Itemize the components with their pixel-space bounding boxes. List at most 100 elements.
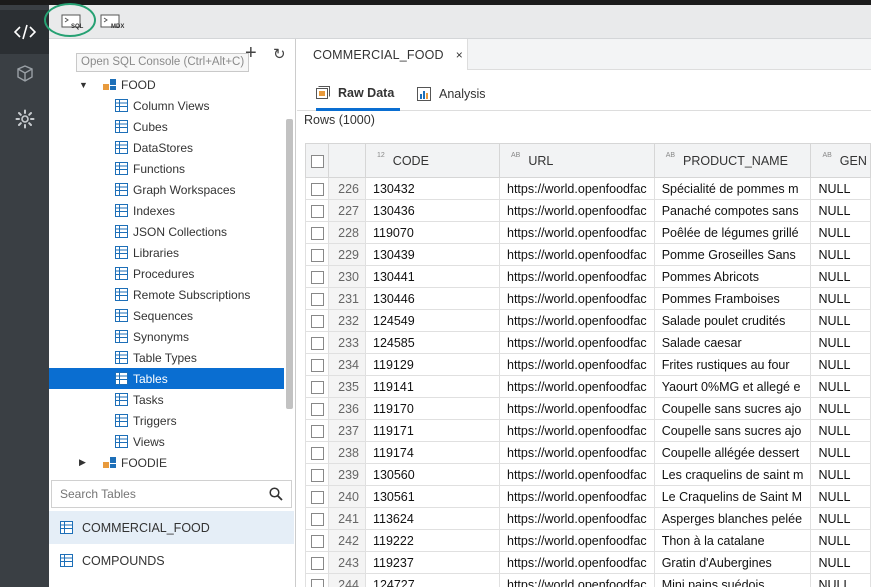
tree-scrollbar[interactable] [286,119,293,409]
url-cell[interactable]: https://world.openfoodfac [499,331,655,354]
table-row[interactable]: 239 130560 https://world.openfoodfac Les cr… [305,463,871,486]
row-checkbox[interactable] [310,446,324,460]
tab-analysis[interactable]: Analysis [417,77,486,111]
row-checkbox[interactable] [310,424,324,438]
tree-item-json-collections[interactable]: JSON Collections [115,221,227,242]
code-cell[interactable]: 119171 [365,419,500,442]
url-cell[interactable]: https://world.openfoodfac [499,573,655,587]
code-editor-nav-button[interactable] [0,10,49,54]
product-name-cell[interactable]: Coupelle sans sucres ajo [653,419,812,442]
tree-item-indexes[interactable]: Indexes [115,200,175,221]
tree-item-datastores[interactable]: DataStores [115,137,193,158]
table-row[interactable]: 236 119170 https://world.openfoodfac Coupel… [305,397,871,420]
product-name-cell[interactable]: Poêlée de légumes grillé [653,221,812,244]
url-cell[interactable]: https://world.openfoodfac [499,419,655,442]
tree-item-triggers[interactable]: Triggers [115,410,177,431]
row-select-cell[interactable] [305,221,330,244]
row-checkbox[interactable] [310,270,324,284]
row-select-cell[interactable] [305,507,330,530]
product-name-cell[interactable]: Salade caesar [653,331,812,354]
select-all-header[interactable] [305,143,330,178]
table-row[interactable]: 240 130561 https://world.openfoodfac Le Cra… [305,485,871,508]
gen-cell[interactable]: NULL [810,485,871,508]
url-cell[interactable]: https://world.openfoodfac [499,551,655,574]
tree-item-sequences[interactable]: Sequences [115,305,193,326]
code-cell[interactable]: 124549 [365,309,500,332]
code-cell[interactable]: 119174 [365,441,500,464]
row-select-cell[interactable] [305,177,330,200]
gen-cell[interactable]: NULL [810,573,871,587]
column-header-url[interactable]: AB URL [499,143,655,178]
column-header-product-name[interactable]: AB PRODUCT_NAME [653,143,812,178]
code-cell[interactable]: 130446 [365,287,500,310]
table-row[interactable]: 228 119070 https://world.openfoodfac Poêlée… [305,221,871,244]
close-tab-icon[interactable]: × [456,48,463,62]
row-select-cell[interactable] [305,243,330,266]
row-checkbox[interactable] [310,358,324,372]
code-cell[interactable]: 130441 [365,265,500,288]
tree-node-food[interactable]: ▼ FOOD [79,74,156,95]
code-cell[interactable]: 130432 [365,177,500,200]
row-checkbox[interactable] [310,556,324,570]
tree-item-table-types[interactable]: Table Types [115,347,197,368]
tree-item-synonyms[interactable]: Synonyms [115,326,189,347]
search-icon[interactable] [269,487,283,501]
gen-cell[interactable]: NULL [810,375,871,398]
product-name-cell[interactable]: Coupelle sans sucres ajo [653,397,812,420]
url-cell[interactable]: https://world.openfoodfac [499,529,655,552]
code-cell[interactable]: 130439 [365,243,500,266]
table-row[interactable]: 234 119129 https://world.openfoodfac Frites… [305,353,871,376]
product-name-cell[interactable]: Gratin d'Aubergines [653,551,812,574]
tree-item-libraries[interactable]: Libraries [115,242,179,263]
table-row[interactable]: 242 119222 https://world.openfoodfac Thon à… [305,529,871,552]
url-cell[interactable]: https://world.openfoodfac [499,375,655,398]
row-checkbox[interactable] [310,226,324,240]
row-select-cell[interactable] [305,485,330,508]
gen-cell[interactable]: NULL [810,529,871,552]
code-cell[interactable]: 113624 [365,507,500,530]
tree-item-column-views[interactable]: Column Views [115,95,209,116]
code-cell[interactable]: 130436 [365,199,500,222]
row-checkbox[interactable] [310,402,324,416]
row-checkbox[interactable] [310,512,324,526]
gen-cell[interactable]: NULL [810,397,871,420]
row-checkbox[interactable] [310,380,324,394]
table-row[interactable]: 243 119237 https://world.openfoodfac Gratin… [305,551,871,574]
row-select-cell[interactable] [305,309,330,332]
settings-nav-button[interactable] [0,97,49,141]
gen-cell[interactable]: NULL [810,441,871,464]
search-tables-input[interactable] [58,486,269,502]
row-select-cell[interactable] [305,463,330,486]
row-select-cell[interactable] [305,551,330,574]
gen-cell[interactable]: NULL [810,221,871,244]
refresh-icon[interactable]: ↻ [273,45,286,63]
row-select-cell[interactable] [305,419,330,442]
tree-item-graph-workspaces[interactable]: Graph Workspaces [115,179,236,200]
row-select-cell[interactable] [305,287,330,310]
select-all-checkbox[interactable] [310,154,324,168]
code-cell[interactable]: 124727 [365,573,500,587]
row-select-cell[interactable] [305,375,330,398]
row-checkbox[interactable] [310,204,324,218]
gen-cell[interactable]: NULL [810,309,871,332]
table-row[interactable]: 229 130439 https://world.openfoodfac Pomme … [305,243,871,266]
product-name-cell[interactable]: Pommes Abricots [653,265,812,288]
gen-cell[interactable]: NULL [810,177,871,200]
url-cell[interactable]: https://world.openfoodfac [499,441,655,464]
tab-raw-data[interactable]: Raw Data [316,77,401,111]
product-name-cell[interactable]: Thon à la catalane [653,529,812,552]
open-mdx-console-button[interactable]: MDX [100,14,128,32]
tree-item-procedures[interactable]: Procedures [115,263,194,284]
product-name-cell[interactable]: Salade poulet crudités [653,309,812,332]
expand-toggle-icon[interactable]: ▼ [79,80,91,90]
row-checkbox[interactable] [310,248,324,262]
code-cell[interactable]: 119129 [365,353,500,376]
url-cell[interactable]: https://world.openfoodfac [499,309,655,332]
url-cell[interactable]: https://world.openfoodfac [499,199,655,222]
row-checkbox[interactable] [310,490,324,504]
product-name-cell[interactable]: Panaché compotes sans [653,199,812,222]
url-cell[interactable]: https://world.openfoodfac [499,265,655,288]
row-checkbox[interactable] [310,292,324,306]
product-name-cell[interactable]: Le Craquelins de Saint M [653,485,812,508]
gen-cell[interactable]: NULL [810,507,871,530]
